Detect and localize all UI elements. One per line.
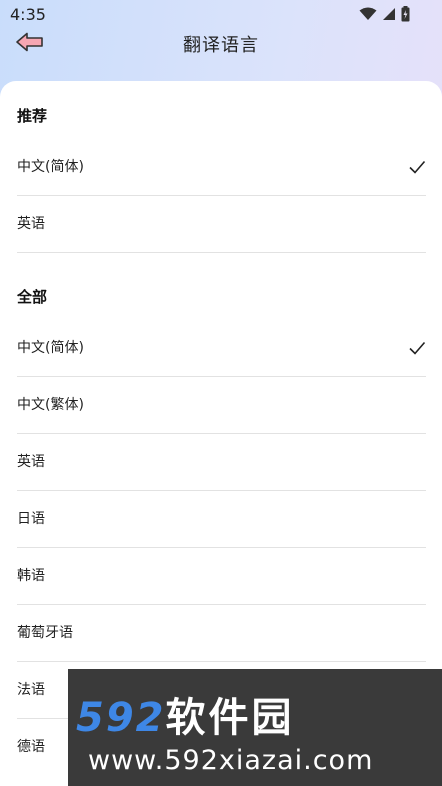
- language-label: 英语: [17, 454, 45, 470]
- header: 翻译语言: [0, 26, 442, 62]
- wifi-icon: [359, 7, 377, 20]
- page-title: 翻译语言: [183, 35, 259, 56]
- watermark-url: www.592xiazai.com: [88, 745, 374, 776]
- signal-icon: [383, 8, 395, 20]
- all-item-chinese-traditional[interactable]: 中文(繁体): [17, 377, 426, 434]
- language-label: 德语: [17, 739, 45, 755]
- battery-icon: [401, 6, 410, 22]
- check-icon: [409, 341, 426, 355]
- language-label: 韩语: [17, 568, 45, 584]
- recommended-item-english[interactable]: 英语: [17, 196, 426, 253]
- check-icon: [409, 160, 426, 174]
- watermark-name: 软件园: [165, 695, 295, 741]
- language-label: 日语: [17, 511, 45, 527]
- status-icons: [359, 6, 410, 22]
- language-label: 葡萄牙语: [17, 625, 73, 641]
- all-item-korean[interactable]: 韩语: [17, 548, 426, 605]
- language-label: 中文(简体): [17, 159, 84, 175]
- section-title-recommended: 推荐: [17, 107, 48, 125]
- language-label: 法语: [17, 682, 45, 698]
- watermark-number: 592: [76, 695, 166, 741]
- all-item-chinese-simplified[interactable]: 中文(简体): [17, 320, 426, 377]
- status-time: 4:35: [10, 5, 46, 24]
- language-label: 中文(简体): [17, 340, 84, 356]
- language-label: 英语: [17, 216, 45, 232]
- all-item-japanese[interactable]: 日语: [17, 491, 426, 548]
- recommended-item-chinese-simplified[interactable]: 中文(简体): [17, 139, 426, 196]
- all-item-english[interactable]: 英语: [17, 434, 426, 491]
- section-title-all: 全部: [17, 288, 48, 306]
- watermark-overlay: 592软件园 www.592xiazai.com: [68, 669, 442, 786]
- watermark-logo: 592软件园: [76, 685, 295, 743]
- language-label: 中文(繁体): [17, 397, 84, 413]
- all-item-portuguese[interactable]: 葡萄牙语: [17, 605, 426, 662]
